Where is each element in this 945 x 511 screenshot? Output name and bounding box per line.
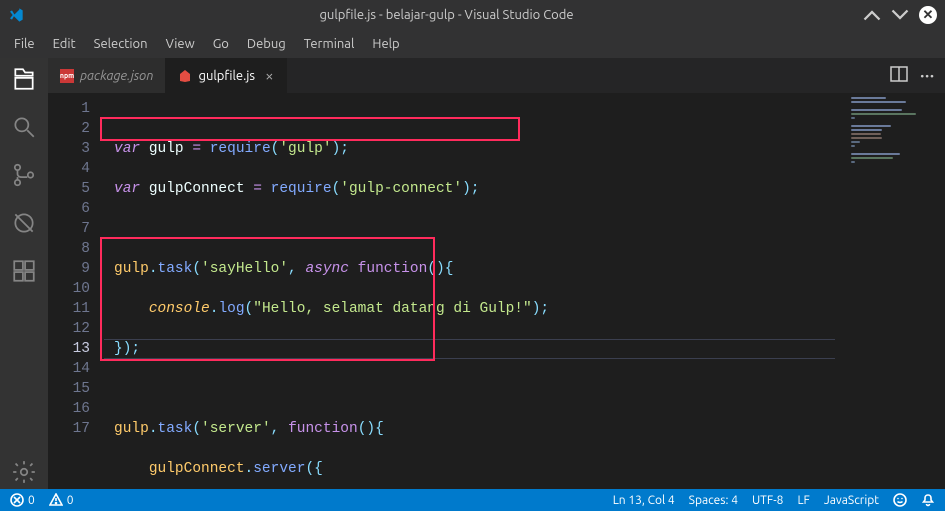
close-button[interactable]: ✕ bbox=[919, 6, 937, 24]
explorer-icon[interactable] bbox=[11, 66, 37, 96]
source-control-icon[interactable] bbox=[11, 162, 37, 192]
code-editor[interactable]: 1234567891011121314151617 var gulp = req… bbox=[48, 93, 945, 489]
status-eol[interactable]: LF bbox=[797, 494, 809, 507]
menu-terminal[interactable]: Terminal bbox=[296, 34, 363, 54]
error-icon bbox=[10, 493, 24, 507]
extensions-icon[interactable] bbox=[11, 258, 37, 288]
menu-view[interactable]: View bbox=[158, 34, 203, 54]
status-warnings[interactable]: 0 bbox=[49, 493, 74, 507]
debug-icon[interactable] bbox=[11, 210, 37, 240]
menu-go[interactable]: Go bbox=[205, 34, 237, 54]
split-editor-icon[interactable] bbox=[890, 65, 908, 87]
close-tab-icon[interactable]: × bbox=[265, 67, 273, 84]
code-content[interactable]: var gulp = require('gulp'); var gulpConn… bbox=[104, 93, 945, 489]
menu-edit[interactable]: Edit bbox=[45, 34, 84, 54]
highlight-box-1 bbox=[100, 117, 520, 141]
line-gutter: 1234567891011121314151617 bbox=[48, 93, 104, 489]
menu-debug[interactable]: Debug bbox=[239, 34, 294, 54]
npm-icon: npm bbox=[60, 69, 74, 83]
minimize-button[interactable] bbox=[863, 6, 881, 24]
status-bar: 0 0 Ln 13, Col 4 Spaces: 4 UTF-8 LF Java… bbox=[0, 489, 945, 511]
tab-label: gulpfile.js bbox=[198, 69, 255, 83]
menu-file[interactable]: File bbox=[6, 34, 43, 54]
settings-icon[interactable] bbox=[11, 459, 37, 489]
menu-help[interactable]: Help bbox=[364, 34, 407, 54]
warning-count: 0 bbox=[67, 494, 74, 507]
tab-package-json[interactable]: npm package.json bbox=[48, 58, 166, 93]
tab-label: package.json bbox=[80, 69, 153, 83]
title-bar: gulpfile.js - belajar-gulp - Visual Stud… bbox=[0, 0, 945, 30]
more-actions-icon[interactable]: ··· bbox=[920, 67, 935, 85]
error-count: 0 bbox=[28, 494, 35, 507]
status-errors[interactable]: 0 bbox=[10, 493, 35, 507]
window-title: gulpfile.js - belajar-gulp - Visual Stud… bbox=[30, 8, 863, 22]
warning-icon bbox=[49, 493, 63, 507]
maximize-button[interactable] bbox=[891, 6, 909, 24]
tab-gulpfile-js[interactable]: gulpfile.js × bbox=[166, 58, 286, 93]
activity-bar bbox=[0, 58, 48, 489]
status-feedback-icon[interactable] bbox=[893, 493, 907, 507]
status-cursor-position[interactable]: Ln 13, Col 4 bbox=[613, 494, 675, 507]
status-indentation[interactable]: Spaces: 4 bbox=[689, 494, 738, 507]
menu-bar: File Edit Selection View Go Debug Termin… bbox=[0, 30, 945, 58]
status-language[interactable]: JavaScript bbox=[824, 494, 879, 507]
status-bell-icon[interactable] bbox=[921, 493, 935, 507]
js-icon bbox=[178, 69, 192, 83]
vscode-icon bbox=[8, 7, 24, 23]
workspace: npm package.json gulpfile.js × ··· 12345… bbox=[0, 58, 945, 489]
search-icon[interactable] bbox=[11, 114, 37, 144]
tab-bar: npm package.json gulpfile.js × ··· bbox=[48, 58, 945, 93]
status-encoding[interactable]: UTF-8 bbox=[752, 494, 783, 507]
editor-area: npm package.json gulpfile.js × ··· 12345… bbox=[48, 58, 945, 489]
menu-selection[interactable]: Selection bbox=[86, 34, 156, 54]
